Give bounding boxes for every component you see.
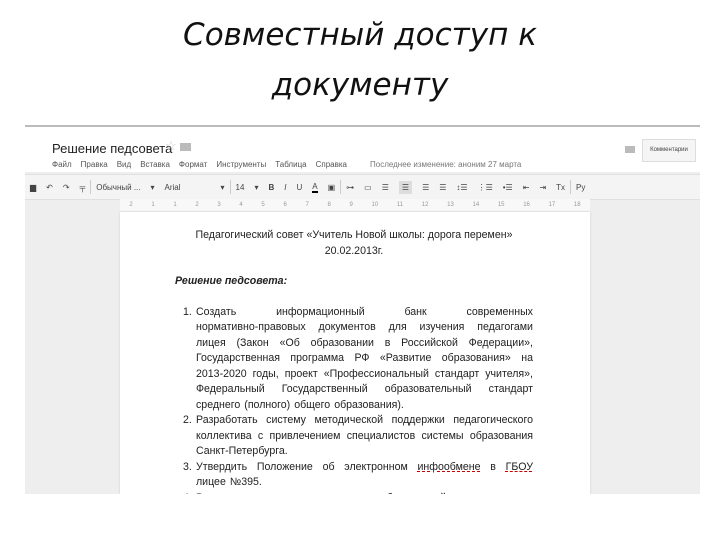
undo-icon[interactable]: ↶ — [46, 183, 53, 192]
ruler-tick: 7 — [305, 202, 309, 208]
doc-heading: Решение педсовета: — [175, 275, 288, 287]
doc-title[interactable]: Решение педсовета — [52, 141, 172, 156]
ruler-tick: 10 — [371, 202, 379, 208]
bold-button[interactable]: B — [268, 183, 274, 192]
ruler-tick: 2 — [129, 202, 133, 208]
align-right-icon[interactable]: ☰ — [422, 183, 429, 192]
menu-item[interactable]: Таблица — [275, 160, 306, 169]
divider — [340, 180, 342, 194]
align-left-icon[interactable]: ☰ — [382, 183, 389, 192]
menu-bar: Файл Правка Вид Вставка Формат Инструменты Таб… — [52, 160, 521, 169]
menu-item[interactable]: Вид — [117, 160, 131, 169]
text-line: Утвердить Положение об электронном инфообмен… — [196, 460, 533, 473]
menu-item[interactable]: Правка — [81, 160, 108, 169]
chevron-down-icon: ▾ — [150, 182, 155, 192]
ruler-tick: 9 — [349, 202, 353, 208]
divider — [570, 180, 572, 194]
ruler-tick: 1 — [173, 202, 177, 208]
text-line: среднего (полного) общего образования). — [196, 398, 404, 411]
divider — [90, 180, 92, 194]
clear-format-icon[interactable]: Tx — [556, 183, 565, 192]
list-item: 3. Утвердить Положение об электронном инфообм… — [175, 460, 533, 491]
numbered-list: 1. Создать информационный банк современных но… — [175, 305, 533, 495]
text-color-button[interactable]: A — [312, 182, 318, 193]
ruler-tick: 3 — [217, 202, 221, 208]
increase-indent-icon[interactable]: ⇥ — [539, 183, 546, 192]
list-number: 4. — [183, 491, 192, 495]
list-number: 2. — [183, 414, 192, 426]
docs-header: Решение педсовета ☆ Файл Правка Вид Вставка… — [25, 127, 700, 172]
print-icon[interactable]: ▆ — [30, 183, 36, 192]
underline-button[interactable]: U — [296, 183, 302, 192]
ruler-tick: 18 — [573, 202, 581, 208]
list-item: 4. Руководителямметодическихобъединенийис… — [175, 491, 533, 495]
text-line: Руководителямметодическихобъединенийиспо… — [196, 491, 533, 495]
ruler-tick: 4 — [239, 202, 243, 208]
italic-button[interactable]: I — [284, 183, 286, 192]
text-line: Федеральный Государственный образовательны… — [196, 383, 533, 395]
ruler[interactable]: 2 1 1 2 3 4 5 6 7 8 9 10 11 12 13 14 15 16 17 18 — [120, 199, 590, 211]
text-line: Санкт-Петербурга. — [196, 445, 288, 457]
list-number: 1. — [183, 305, 192, 318]
line-spacing-icon[interactable]: ↕☰ — [456, 183, 467, 192]
decrease-indent-icon[interactable]: ⇤ — [523, 183, 530, 192]
ruler-tick: 17 — [548, 202, 556, 208]
font-size-select[interactable]: 14 — [236, 183, 245, 192]
last-edit-status[interactable]: Последнее изменение: аноним 27 марта — [370, 160, 521, 169]
ruler-tick: 6 — [283, 202, 287, 208]
align-justify-icon[interactable]: ☰ — [439, 183, 446, 192]
text-line: лицее №395. — [196, 476, 262, 488]
text-line: 2013-2020 годы, проект «Профессиональный ста… — [196, 367, 533, 380]
ruler-tick: 13 — [447, 202, 454, 208]
font-select[interactable]: Arial — [165, 183, 181, 192]
input-tools-button[interactable]: Ру — [576, 183, 585, 192]
text-line: нормативно-правовых документов для изучения… — [196, 321, 533, 333]
menu-item[interactable]: Инструменты — [216, 160, 266, 169]
divider — [229, 180, 231, 194]
text-line: Государственная программа РФ «Развитие образ… — [196, 352, 533, 364]
style-select[interactable]: Обычный ... — [96, 183, 140, 192]
chevron-down-icon: ▾ — [220, 182, 225, 192]
ruler-tick: 11 — [396, 202, 404, 208]
text-line: лицея (Закон «Об образовании в Российской Феде… — [196, 336, 533, 349]
menu-item[interactable]: Файл — [52, 160, 72, 169]
text-line: Разработать систему методической поддержки п… — [196, 414, 533, 426]
ruler-tick: 1 — [151, 202, 155, 208]
menu-item[interactable]: Справка — [316, 160, 347, 169]
numbered-list-icon[interactable]: ⋮☰ — [478, 183, 493, 192]
bulleted-list-icon[interactable]: •☰ — [503, 183, 513, 192]
ruler-tick: 14 — [472, 202, 480, 208]
comment-insert-icon[interactable]: ▭ — [364, 183, 372, 192]
highlight-icon[interactable]: ▣ — [328, 183, 336, 192]
ruler-tick: 16 — [523, 202, 530, 208]
comment-icon[interactable] — [625, 146, 635, 153]
link-icon[interactable]: ⊶ — [346, 183, 354, 192]
ruler-tick: 5 — [261, 202, 265, 208]
document-page[interactable]: Педагогический совет «Учитель Новой школ… — [120, 212, 590, 494]
star-icon[interactable]: ☆ — [165, 138, 177, 154]
toolbar: ▆ ↶ ↷ ╤ Обычный ... ▾ Arial ▾ 14 ▾ B I U A … — [25, 174, 700, 200]
list-item: 1. Создать информационный банк современных но… — [175, 305, 533, 414]
chevron-down-icon: ▾ — [254, 182, 259, 192]
slide-title-line2: документу — [271, 67, 449, 103]
docs-screenshot: Решение педсовета ☆ Файл Правка Вид Вставка… — [25, 125, 700, 494]
align-center-icon[interactable]: ☰ — [398, 180, 413, 194]
list-item: 2. Разработать систему методической поддержк… — [175, 413, 533, 460]
ruler-tick: 8 — [327, 202, 331, 208]
menu-item[interactable]: Формат — [179, 160, 207, 169]
text-line: Создать информационный банк современных — [196, 305, 533, 318]
ruler-tick: 12 — [421, 202, 429, 208]
ruler-tick: 15 — [497, 202, 505, 208]
paint-format-icon[interactable]: ╤ — [80, 183, 86, 192]
doc-title-line2: 20.02.2013г. — [324, 244, 384, 257]
text-line: коллектива с привлечением специалистов систе… — [196, 429, 533, 442]
menu-item[interactable]: Вставка — [140, 160, 170, 169]
doc-title-line1: Педагогический совет «Учитель Новой школ… — [195, 229, 513, 241]
redo-icon[interactable]: ↷ — [63, 183, 70, 192]
list-number: 3. — [183, 460, 192, 473]
slide-title-line1: Совместный доступ к — [183, 17, 537, 53]
folder-icon[interactable] — [180, 143, 191, 151]
comments-button[interactable]: Комментарии — [642, 139, 696, 162]
ruler-tick: 2 — [195, 202, 199, 208]
